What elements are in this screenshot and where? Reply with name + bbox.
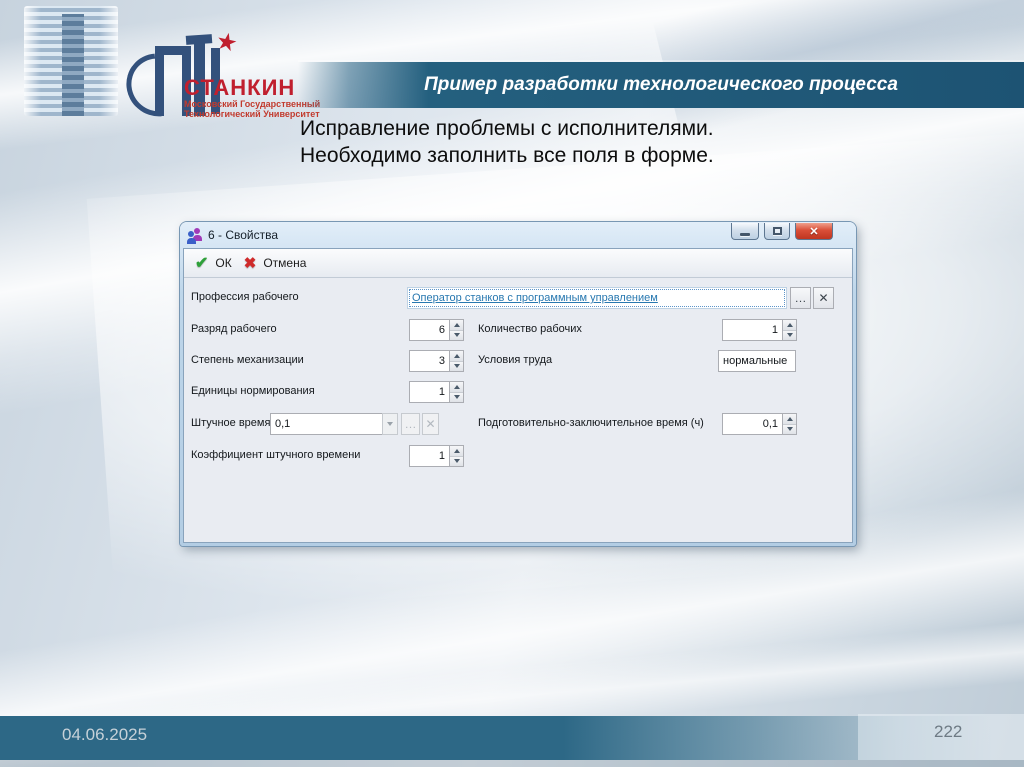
profession-label: Профессия рабочего [191,291,299,303]
spin-down-icon[interactable] [450,361,463,371]
properties-dialog: 6 - Свойства ✕ ✔ ОК ✖ Отмена Профессия р… [180,222,856,546]
prep-final-time-spinner[interactable]: 0,1 [722,413,797,435]
check-icon: ✔ [195,255,209,272]
spinner-buttons[interactable] [782,319,797,341]
spin-up-icon[interactable] [783,414,796,425]
person-figure [187,231,196,244]
profession-value[interactable]: Оператор станков с программным управлени… [412,292,658,304]
workers-count-spinner[interactable]: 1 [722,319,797,341]
close-icon: ✕ [809,225,819,238]
cancel-button[interactable]: ✖ Отмена [242,252,317,274]
prep-final-time-label: Подготовительно-заключительное время (ч) [478,417,704,429]
subtitle-line: Необходимо заполнить все поля в форме. [300,144,714,167]
dialog-toolbar: ✔ ОК ✖ Отмена [184,249,852,278]
minimize-icon [740,232,750,236]
piece-time-value[interactable]: 0,1 [270,413,382,435]
spinner-buttons[interactable] [449,445,464,467]
work-conditions-label: Условия труда [478,354,553,366]
spin-up-icon[interactable] [450,446,463,457]
profession-field[interactable]: Оператор станков с программным управлени… [407,287,787,309]
spin-down-icon[interactable] [450,330,463,340]
norm-units-spinner[interactable]: 1 [409,381,464,403]
spin-down-icon[interactable] [450,392,463,402]
cancel-label: Отмена [263,256,307,270]
spin-down-icon[interactable] [783,424,796,434]
mechanization-label: Степень механизации [191,354,304,366]
profession-ellipsis-button[interactable]: … [790,287,811,309]
minimize-button[interactable] [731,223,759,240]
spinner-buttons[interactable] [449,350,464,372]
profession-clear-button[interactable]: ✕ [813,287,834,309]
dropdown-arrow-icon[interactable] [382,413,398,435]
spin-up-icon[interactable] [783,320,796,331]
grade-spinner[interactable]: 6 [409,319,464,341]
grade-value[interactable]: 6 [409,319,449,341]
spin-down-icon[interactable] [783,330,796,340]
spin-up-icon[interactable] [450,351,463,362]
footer-bottom-strip [0,760,1024,767]
piece-time-coeff-value[interactable]: 1 [409,445,449,467]
piece-time-coeff-label: Коэффициент штучного времени [191,449,361,461]
dialog-form: Профессия рабочего Оператор станков с пр… [184,278,852,542]
norm-units-value[interactable]: 1 [409,381,449,403]
grade-label: Разряд рабочего [191,323,277,335]
work-conditions-value: нормальные [723,355,788,367]
subtitle-line: Исправление проблемы с исполнителями. [300,117,714,140]
slide-title-banner: Пример разработки технологического проце… [298,62,1024,108]
spinner-buttons[interactable] [782,413,797,435]
window-controls: ✕ [731,223,833,240]
ok-label: ОК [215,256,232,270]
norm-units-label: Единицы нормирования [191,385,315,397]
close-button[interactable]: ✕ [795,223,833,240]
piece-time-ellipsis-button[interactable]: … [401,413,420,435]
piece-time-clear-button[interactable]: ✕ [422,413,439,435]
star-icon: ★ [213,27,241,58]
cross-icon: ✖ [243,255,257,272]
spin-up-icon[interactable] [450,382,463,393]
slide-subtitle: Исправление проблемы с исполнителями. Не… [300,115,714,169]
dialog-body: ✔ ОК ✖ Отмена Профессия рабочего Операто… [183,248,853,543]
spin-up-icon[interactable] [450,320,463,331]
mechanization-spinner[interactable]: 3 [409,350,464,372]
workers-count-value[interactable]: 1 [722,319,782,341]
piece-time-coeff-spinner[interactable]: 1 [409,445,464,467]
slide-date: 04.06.2025 [62,725,148,744]
mechanization-value[interactable]: 3 [409,350,449,372]
maximize-icon [772,227,782,235]
piece-time-combo[interactable]: 0,1 [270,413,398,435]
logo-title: СТАНКИН [184,75,296,100]
ok-button[interactable]: ✔ ОК [193,251,242,275]
slide-page-number: 222 [934,722,963,741]
building-tower [62,14,84,116]
building-image [24,6,118,116]
spinner-buttons[interactable] [449,381,464,403]
dialog-title: 6 - Свойства [208,228,279,242]
presentation-slide: ★ СТАНКИН Московский Государственный Тех… [0,0,1024,767]
workers-count-label: Количество рабочих [478,323,582,335]
slide-title: Пример разработки технологического проце… [424,74,898,95]
spin-down-icon[interactable] [450,456,463,466]
prep-final-time-value[interactable]: 0,1 [722,413,782,435]
maximize-button[interactable] [764,223,790,240]
people-icon [187,227,203,244]
spinner-buttons[interactable] [449,319,464,341]
work-conditions-field[interactable]: нормальные [718,350,796,372]
